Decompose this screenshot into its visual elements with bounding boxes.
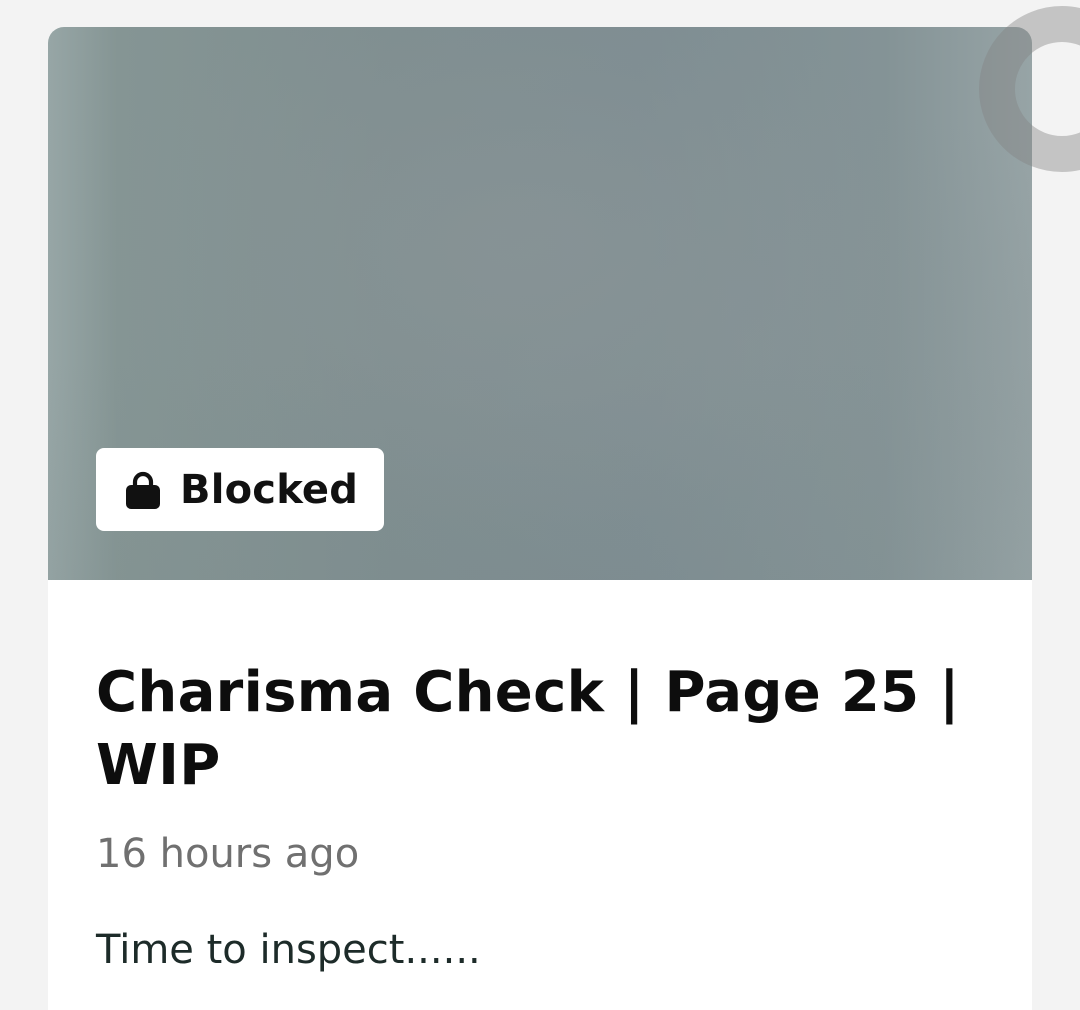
post-content: Charisma Check | Page 25 | WIP 16 hours … xyxy=(48,580,1032,974)
post-title[interactable]: Charisma Check | Page 25 | WIP xyxy=(96,656,976,802)
page: Blocked Charisma Check | Page 25 | WIP 1… xyxy=(0,0,1080,1010)
blocked-badge: Blocked xyxy=(96,448,385,531)
badge-label: Blocked xyxy=(180,466,359,513)
post-card[interactable]: Blocked Charisma Check | Page 25 | WIP 1… xyxy=(48,27,1032,1010)
post-thumbnail[interactable]: Blocked xyxy=(48,27,1032,580)
post-timestamp: 16 hours ago xyxy=(96,831,360,877)
spinner-icon xyxy=(979,6,1080,172)
lock-icon xyxy=(126,471,160,509)
post-excerpt: Time to inspect...... xyxy=(96,927,481,973)
